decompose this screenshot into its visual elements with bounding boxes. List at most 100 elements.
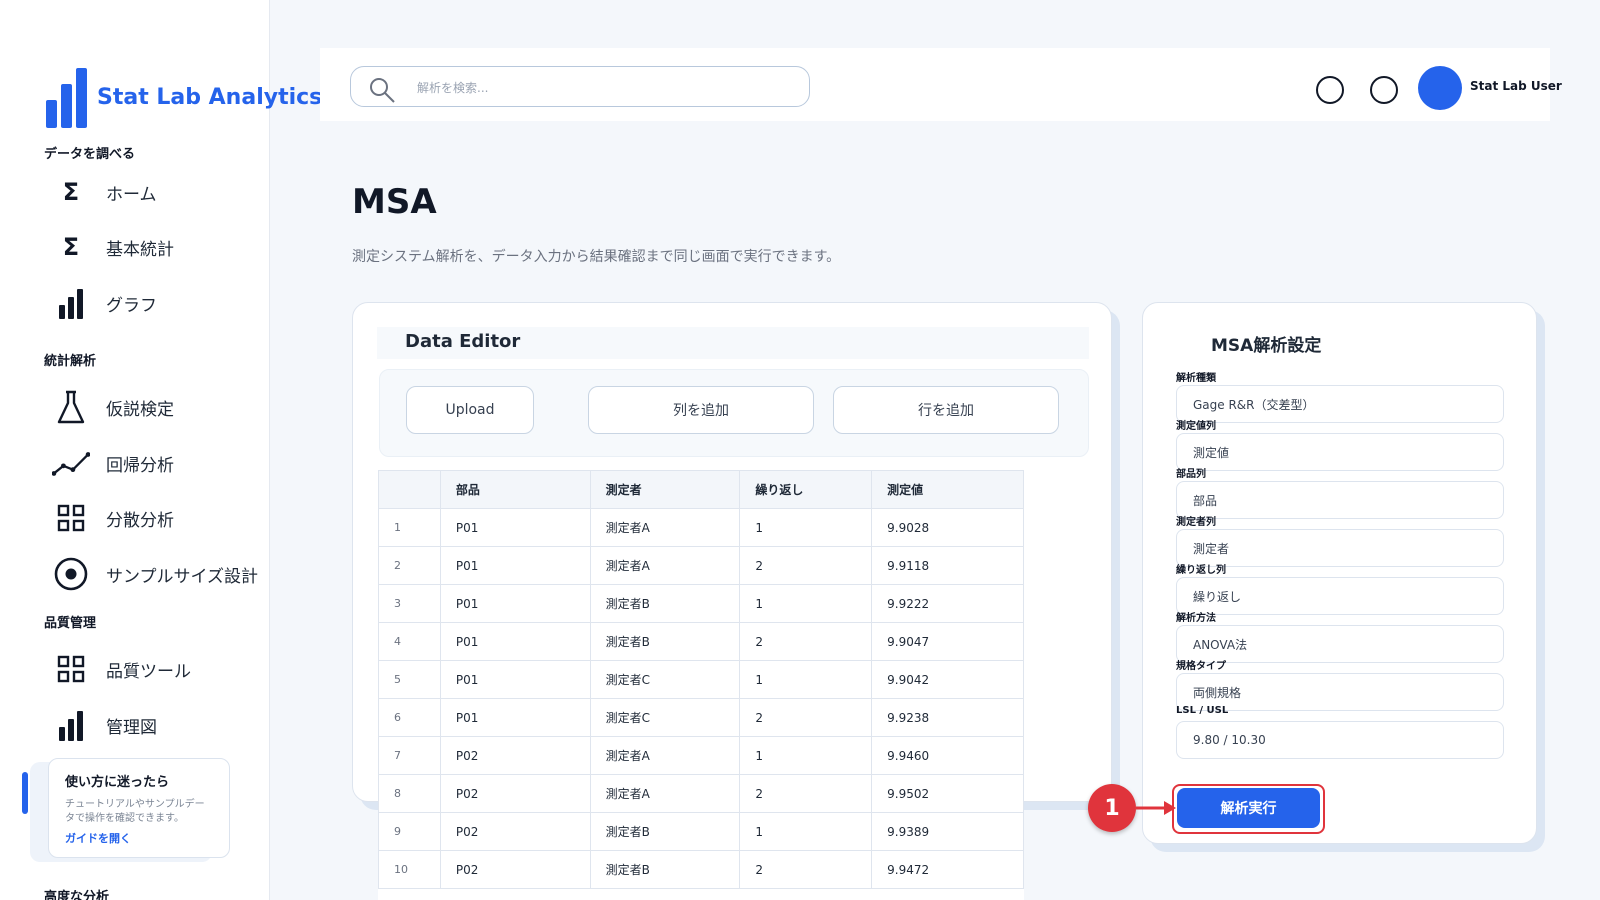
sidebar-item-anova[interactable]: 分散分析 bbox=[52, 497, 267, 539]
field-label: 測定者列 bbox=[1176, 517, 1216, 528]
sidebar-item-control-chart[interactable]: 管理図 bbox=[52, 704, 267, 746]
avatar[interactable] bbox=[1418, 66, 1462, 110]
run-analysis-button[interactable]: 解析実行 bbox=[1177, 788, 1320, 828]
sidebar-item-home[interactable]: Σ ホーム bbox=[52, 171, 267, 213]
section-title-explore: データを調べる bbox=[44, 147, 136, 162]
table-cell[interactable]: 測定者C bbox=[589, 660, 741, 699]
table-cell[interactable]: P01 bbox=[439, 660, 591, 699]
table-cell[interactable]: 9.9028 bbox=[871, 508, 1024, 547]
notification-icon[interactable] bbox=[1316, 76, 1344, 104]
table-cell[interactable]: 9.9042 bbox=[871, 660, 1024, 699]
table-cell[interactable]: 9.9472 bbox=[871, 850, 1024, 889]
table-cell[interactable]: 9.9047 bbox=[871, 622, 1024, 661]
search-input[interactable]: 解析を検索... bbox=[350, 66, 810, 107]
table-header-row: 部品 測定者 繰り返し 測定値 bbox=[378, 470, 1024, 509]
table-cell[interactable]: 測定者C bbox=[589, 698, 741, 737]
field-label: 規格タイプ bbox=[1176, 661, 1226, 672]
table-row[interactable]: 6 P01 測定者C 2 9.9238 bbox=[378, 698, 1024, 737]
flask-icon bbox=[52, 388, 90, 426]
table-cell[interactable]: 9.9118 bbox=[871, 546, 1024, 585]
brand-logo-icon bbox=[46, 66, 87, 128]
table-cell[interactable]: 測定者A bbox=[589, 546, 741, 585]
table-cell[interactable]: 2 bbox=[739, 850, 873, 889]
table-cell[interactable]: 9.9238 bbox=[871, 698, 1024, 737]
repeat-column-select[interactable]: 繰り返し bbox=[1176, 577, 1504, 615]
table-cell[interactable]: P01 bbox=[439, 508, 591, 547]
table-cell[interactable]: 2 bbox=[739, 774, 873, 813]
sidebar: Stat Lab Analytics データを調べる Σ ホーム Σ 基本統計 … bbox=[0, 0, 322, 900]
table-cell[interactable]: 測定者B bbox=[589, 850, 741, 889]
table-cell[interactable]: 測定者B bbox=[589, 622, 741, 661]
table-cell[interactable]: 9.9502 bbox=[871, 774, 1024, 813]
lsl-usl-input[interactable]: 9.80 / 10.30 bbox=[1176, 721, 1504, 759]
sidebar-item-quality-tools[interactable]: 品質ツール bbox=[52, 648, 267, 690]
column-header[interactable]: 繰り返し bbox=[739, 470, 873, 509]
upload-button[interactable]: Upload bbox=[406, 386, 534, 434]
column-header[interactable]: 部品 bbox=[439, 470, 591, 509]
table-row[interactable]: 3 P01 測定者B 1 9.9222 bbox=[378, 584, 1024, 623]
msa-settings-card: MSA解析設定 解析種類 Gage R&R（交差型） 測定値列 測定値 部品列 … bbox=[1142, 302, 1537, 844]
table-cell[interactable]: P01 bbox=[439, 622, 591, 661]
table-cell[interactable]: 測定者B bbox=[589, 584, 741, 623]
table-cell[interactable]: P01 bbox=[439, 546, 591, 585]
table-cell[interactable]: 測定者A bbox=[589, 774, 741, 813]
table-row[interactable]: 2 P01 測定者A 2 9.9118 bbox=[378, 546, 1024, 585]
table-row[interactable]: 1 P01 測定者A 1 9.9028 bbox=[378, 508, 1024, 547]
table-cell[interactable]: 測定者B bbox=[589, 812, 741, 851]
sidebar-item-regression[interactable]: 回帰分析 bbox=[52, 442, 267, 484]
sidebar-item-sample-size[interactable]: サンプルサイズ設計 bbox=[52, 553, 267, 595]
grid-icon bbox=[52, 499, 90, 537]
add-row-button[interactable]: 行を追加 bbox=[833, 386, 1059, 434]
sidebar-item-hypothesis-test[interactable]: 仮説検定 bbox=[52, 386, 267, 428]
table-row[interactable]: 9 P02 測定者B 1 9.9389 bbox=[378, 812, 1024, 851]
table-cell[interactable]: 1 bbox=[739, 660, 873, 699]
sidebar-item-basic-stats[interactable]: Σ 基本統計 bbox=[52, 226, 267, 268]
table-cell[interactable]: P02 bbox=[439, 850, 591, 889]
sidebar-item-label: 品質ツール bbox=[106, 661, 191, 682]
row-index: 8 bbox=[378, 774, 441, 813]
table-cell[interactable]: 1 bbox=[739, 508, 873, 547]
brand[interactable]: Stat Lab Analytics bbox=[46, 66, 322, 128]
part-column-select[interactable]: 部品 bbox=[1176, 481, 1504, 519]
table-cell[interactable]: 9.9389 bbox=[871, 812, 1024, 851]
column-header[interactable]: 測定値 bbox=[871, 470, 1024, 509]
sidebar-item-label: 回帰分析 bbox=[106, 455, 174, 476]
table-cell[interactable]: P01 bbox=[439, 584, 591, 623]
table-cell[interactable]: 2 bbox=[739, 546, 873, 585]
table-row[interactable]: 7 P02 測定者A 1 9.9460 bbox=[378, 736, 1024, 775]
table-cell[interactable]: 2 bbox=[739, 622, 873, 661]
table-cell[interactable]: P02 bbox=[439, 812, 591, 851]
measurement-column-select[interactable]: 測定値 bbox=[1176, 433, 1504, 471]
field-label: 解析種類 bbox=[1176, 373, 1216, 384]
table-row[interactable]: 8 P02 測定者A 2 9.9502 bbox=[378, 774, 1024, 813]
add-column-button[interactable]: 列を追加 bbox=[588, 386, 814, 434]
table-cell[interactable]: 9.9222 bbox=[871, 584, 1024, 623]
column-header bbox=[378, 470, 441, 509]
table-cell[interactable]: 2 bbox=[739, 698, 873, 737]
table-row[interactable]: 4 P01 測定者B 2 9.9047 bbox=[378, 622, 1024, 661]
column-header[interactable]: 測定者 bbox=[589, 470, 741, 509]
table-cell[interactable]: P02 bbox=[439, 774, 591, 813]
settings-icon[interactable] bbox=[1370, 76, 1398, 104]
section-title-quality: 品質管理 bbox=[44, 616, 97, 631]
table-row[interactable]: 5 P01 測定者C 1 9.9042 bbox=[378, 660, 1024, 699]
table-cell[interactable]: 測定者A bbox=[589, 508, 741, 547]
guide-open-link[interactable]: ガイドを開く bbox=[65, 830, 213, 846]
table-row[interactable]: 10 P02 測定者B 2 9.9472 bbox=[378, 850, 1024, 889]
table-cell[interactable]: P01 bbox=[439, 698, 591, 737]
sidebar-item-graph[interactable]: グラフ bbox=[52, 282, 267, 324]
table-cell[interactable]: 測定者A bbox=[589, 736, 741, 775]
table-cell[interactable]: 9.9460 bbox=[871, 736, 1024, 775]
row-index: 7 bbox=[378, 736, 441, 775]
table-cell[interactable]: 1 bbox=[739, 736, 873, 775]
field-label: LSL / USL bbox=[1176, 705, 1229, 716]
table-cell[interactable]: 1 bbox=[739, 584, 873, 623]
row-index: 9 bbox=[378, 812, 441, 851]
table-cell[interactable]: 1 bbox=[739, 812, 873, 851]
bar-chart-icon bbox=[52, 284, 90, 322]
row-index: 4 bbox=[378, 622, 441, 661]
table-cell[interactable]: P02 bbox=[439, 736, 591, 775]
analysis-type-select[interactable]: Gage R&R（交差型） bbox=[1176, 385, 1504, 423]
sidebar-item-label: ホーム bbox=[106, 184, 157, 205]
guide-card: 使い方に迷ったら チュートリアルやサンプルデータで操作を確認できます。 ガイドを… bbox=[48, 758, 230, 858]
